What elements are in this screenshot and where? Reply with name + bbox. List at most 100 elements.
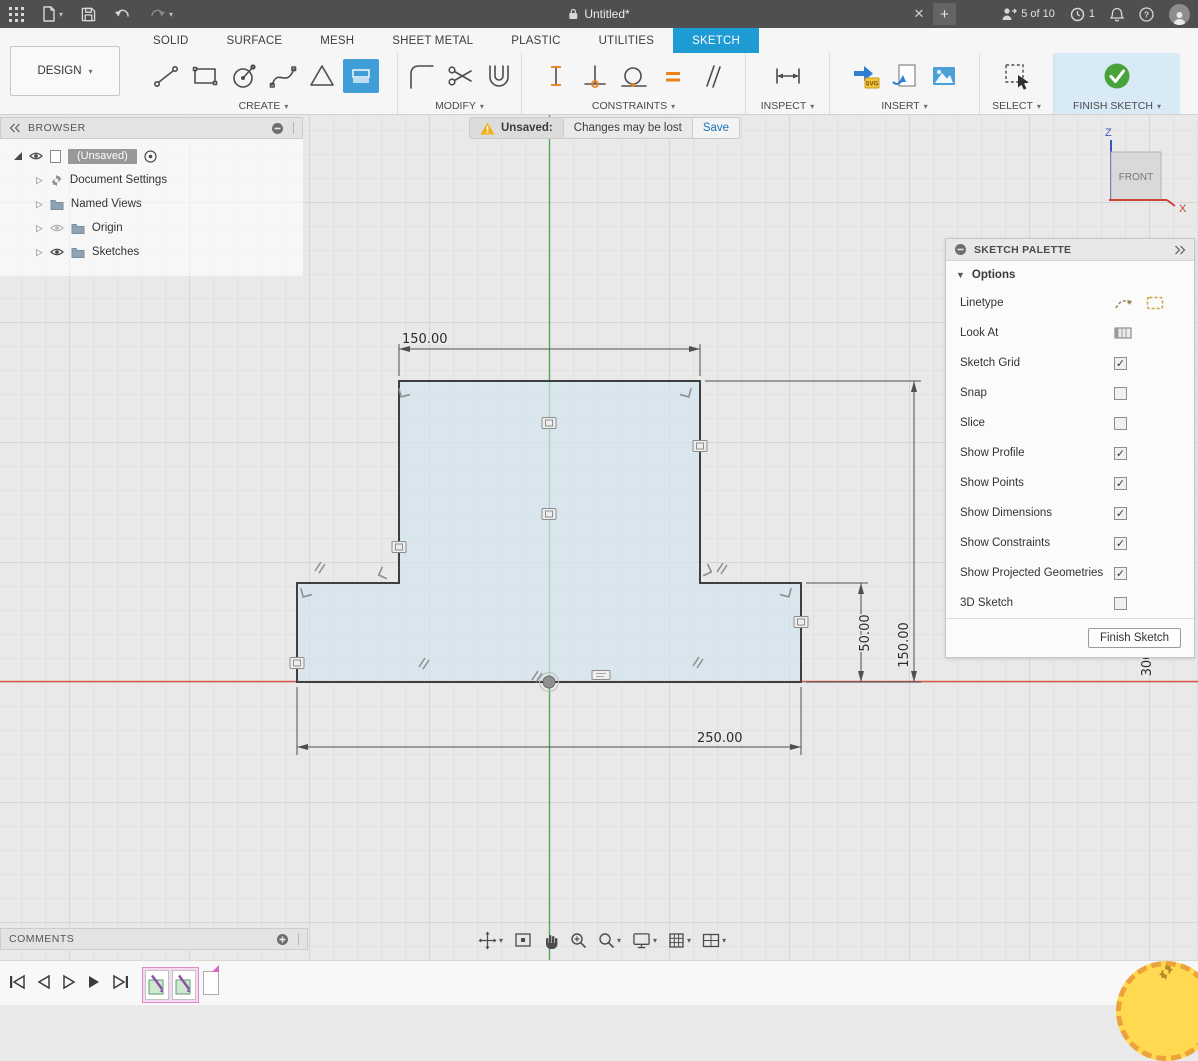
skip-to-end-button[interactable] (112, 974, 130, 990)
redo-button[interactable]: ▾ (140, 0, 182, 28)
trim-scissors-icon[interactable] (442, 59, 478, 93)
options-section-header[interactable]: ▼ Options (946, 261, 1194, 288)
expand-palette-button[interactable] (1174, 245, 1186, 255)
play-button[interactable] (62, 974, 76, 990)
polygon-tool-icon[interactable] (304, 59, 340, 93)
circle-minus-icon[interactable] (954, 243, 967, 256)
view-cube[interactable]: Z FRONT X (1095, 122, 1195, 217)
fillet-tool-icon[interactable] (403, 59, 439, 93)
dimension-right-outer[interactable]: 150.00 (897, 622, 912, 668)
collapsed-node-icon[interactable]: ▷ (36, 247, 43, 258)
collapsed-node-icon[interactable]: ▷ (36, 175, 43, 186)
coincident-constraint-icon[interactable] (577, 59, 613, 93)
active-rectangle-tool-icon[interactable] (343, 59, 379, 93)
group-inspect-dropdown[interactable]: INSPECT▾ (749, 98, 826, 114)
origin-point[interactable] (543, 676, 555, 688)
file-menu-button[interactable]: ▾ (33, 0, 72, 28)
rectangle-tool-icon[interactable] (187, 59, 223, 93)
linetype-centerline-button[interactable] (1146, 296, 1164, 310)
tree-row-sketches[interactable]: ▷ Sketches (0, 240, 303, 264)
collapsed-node-icon[interactable]: ▷ (36, 223, 43, 234)
job-status-button[interactable]: 5 of 10 (1001, 7, 1055, 21)
horizontal-vertical-constraint-icon[interactable] (538, 59, 574, 93)
tree-row-document-settings[interactable]: ▷ Document Settings (0, 168, 303, 192)
snap-checkbox[interactable] (1114, 387, 1127, 400)
tab-sketch[interactable]: SKETCH (673, 28, 759, 53)
tangent-constraint-icon[interactable] (616, 59, 652, 93)
browser-header[interactable]: BROWSER (0, 117, 303, 139)
save-link[interactable]: Save (693, 118, 739, 138)
visibility-off-eye-icon[interactable] (50, 223, 64, 233)
visibility-eye-icon[interactable] (50, 247, 64, 257)
insert-svg-icon[interactable]: SVG (848, 59, 884, 93)
help-button[interactable]: ? (1139, 7, 1154, 22)
show-constraints-checkbox[interactable] (1114, 537, 1127, 550)
measure-icon[interactable] (770, 59, 806, 93)
dimension-top-width[interactable]: 150.00 (402, 332, 448, 347)
document-root-label[interactable]: (Unsaved) (68, 149, 137, 164)
document-tab[interactable]: Untitled* (568, 7, 629, 21)
save-button[interactable] (72, 0, 105, 28)
circle-tool-icon[interactable] (226, 59, 262, 93)
select-tool-icon[interactable] (999, 59, 1035, 93)
zoom-window-button[interactable]: ▾ (598, 932, 621, 949)
tab-surface[interactable]: SURFACE (208, 28, 302, 53)
finish-sketch-button[interactable]: FINISH SKETCH▾ (1057, 98, 1177, 114)
slice-checkbox[interactable] (1114, 417, 1127, 430)
group-modify-dropdown[interactable]: MODIFY▾ (401, 98, 518, 114)
sketch-palette-header[interactable]: SKETCH PALETTE (946, 239, 1194, 261)
group-select-dropdown[interactable]: SELECT▾ (983, 98, 1050, 114)
line-tool-icon[interactable] (148, 59, 184, 93)
app-menu-button[interactable] (0, 0, 33, 28)
3d-sketch-checkbox[interactable] (1114, 597, 1127, 610)
look-at-button[interactable] (1114, 326, 1132, 340)
dimension-edit-icon[interactable] (592, 671, 610, 680)
new-tab-button[interactable]: + (933, 3, 956, 25)
collapse-panel-icon[interactable] (9, 123, 21, 133)
skip-to-start-button[interactable] (8, 974, 26, 990)
timeline-sketch-feature[interactable] (172, 970, 196, 1000)
tab-plastic[interactable]: PLASTIC (492, 28, 579, 53)
panel-grip[interactable] (293, 122, 294, 134)
workspace-switcher[interactable]: DESIGN ▾ (10, 46, 120, 96)
extension-manager-button[interactable]: 1 (1070, 7, 1095, 22)
fit-button[interactable] (514, 932, 532, 948)
offset-tool-icon[interactable] (481, 59, 517, 93)
timeline-position-marker[interactable] (203, 971, 219, 995)
tab-solid[interactable]: SOLID (134, 28, 208, 53)
panel-grip[interactable] (298, 933, 299, 945)
dimension-bottom-width[interactable]: 250.00 (697, 731, 743, 746)
step-back-button[interactable] (37, 974, 51, 990)
browser-minimize-button[interactable] (271, 122, 284, 135)
dimension-right-inner[interactable]: 50.00 (858, 614, 873, 651)
equal-constraint-icon[interactable] (655, 59, 691, 93)
display-settings-button[interactable]: ▾ (632, 932, 657, 949)
step-forward-button[interactable] (87, 974, 101, 990)
sketch-grid-checkbox[interactable] (1114, 357, 1127, 370)
show-dimensions-checkbox[interactable] (1114, 507, 1127, 520)
tree-row-document-root[interactable]: (Unsaved) (0, 144, 303, 168)
tab-utilities[interactable]: UTILITIES (580, 28, 673, 53)
show-projected-geometries-checkbox[interactable] (1114, 567, 1127, 580)
activate-target-icon[interactable] (144, 150, 157, 163)
tree-row-origin[interactable]: ▷ Origin (0, 216, 303, 240)
group-create-dropdown[interactable]: CREATE▾ (133, 98, 394, 114)
pan-hand-button[interactable] (543, 932, 559, 949)
add-comment-button[interactable] (276, 933, 289, 946)
decal-icon[interactable] (887, 59, 923, 93)
finish-sketch-icon[interactable] (1099, 59, 1135, 93)
visibility-eye-icon[interactable] (29, 151, 43, 161)
parallel-constraint-icon[interactable] (694, 59, 730, 93)
show-profile-checkbox[interactable] (1114, 447, 1127, 460)
expanded-node-icon[interactable] (14, 152, 22, 160)
undo-button[interactable] (105, 0, 140, 28)
tab-mesh[interactable]: MESH (301, 28, 373, 53)
grid-settings-button[interactable]: ▾ (668, 932, 691, 949)
timeline-sketch-feature[interactable] (145, 970, 169, 1000)
user-avatar[interactable] (1169, 4, 1190, 25)
zoom-button[interactable] (570, 932, 587, 949)
linetype-construction-button[interactable] (1114, 296, 1134, 310)
spline-tool-icon[interactable] (265, 59, 301, 93)
group-insert-dropdown[interactable]: INSERT▾ (833, 98, 976, 114)
canvas-image-icon[interactable] (926, 59, 962, 93)
